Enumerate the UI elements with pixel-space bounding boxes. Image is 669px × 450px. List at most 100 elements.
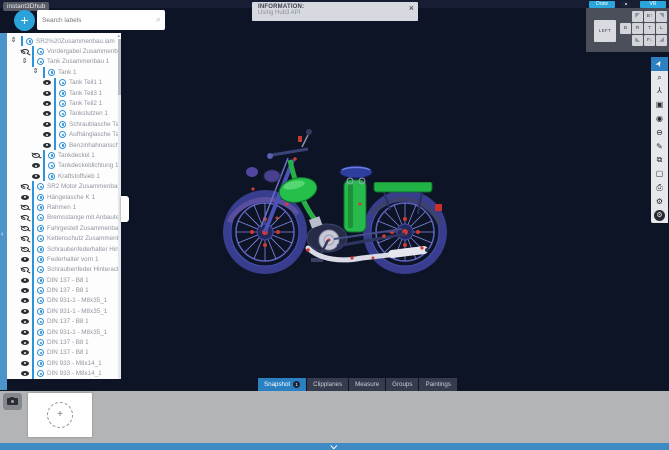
select-radio-icon[interactable] [37, 194, 44, 201]
advanced-settings-tool[interactable]: ⚙ [651, 209, 668, 223]
scene-structure-tool[interactable]: ⅄ [651, 85, 668, 99]
focus-point-tool[interactable]: ◉ [651, 112, 668, 126]
tree-node[interactable]: DIN 137 - B8 1 [7, 317, 118, 327]
search-input[interactable] [42, 11, 147, 29]
select-radio-icon[interactable] [37, 235, 44, 242]
visibility-off-icon[interactable] [21, 184, 29, 189]
tree-node[interactable]: DIN 137 - B8 1 [7, 348, 118, 358]
tree-node[interactable]: Aufhänglasche Tank 1 [7, 130, 118, 140]
tree-node[interactable]: ⇕SR2%20Zusammenbau.iam [7, 36, 118, 46]
vr-mode-button[interactable]: VR [640, 1, 666, 8]
visibility-on-icon[interactable] [21, 350, 29, 355]
tree-node[interactable]: DIN 137 - B8 1 [7, 337, 118, 347]
tree-node[interactable]: Hängelasche K 1 [7, 192, 118, 202]
compare-layers-tool[interactable]: ⧉ [651, 154, 668, 168]
visibility-on-icon[interactable] [43, 143, 51, 148]
tree-node[interactable]: Tankdeckel 1 [7, 150, 118, 160]
tab-clipplanes[interactable]: Clipplanes [307, 378, 348, 391]
tree-node[interactable]: ⇕Tank 1 [7, 67, 118, 77]
tab-measure[interactable]: Measure [349, 378, 385, 391]
select-radio-icon[interactable] [59, 121, 66, 128]
tree-node[interactable]: Tankstutzen 1 [7, 109, 118, 119]
tree-node[interactable]: DIN 933 - M8x14_1 [7, 369, 118, 379]
select-radio-icon[interactable] [37, 183, 44, 190]
tree-node[interactable]: DIN 931-1 - M8x35_1 [7, 306, 118, 316]
snapshot-placeholder-card[interactable]: + [28, 393, 92, 437]
visibility-on-icon[interactable] [21, 309, 29, 314]
select-radio-icon[interactable] [37, 48, 44, 55]
visibility-on-icon[interactable] [43, 122, 51, 127]
visibility-off-icon[interactable] [21, 205, 29, 210]
print-tool[interactable]: ⎙ [651, 181, 668, 195]
visibility-on-icon[interactable] [43, 101, 51, 106]
tree-node[interactable]: Schraubenfederhalter Hinterachsschwinge … [7, 244, 118, 254]
tree-node[interactable]: Kettenschutz Zusammenbau Angepasst 1 [7, 233, 118, 243]
visibility-on-icon[interactable] [43, 91, 51, 96]
panel-collapse-bar[interactable] [0, 443, 669, 450]
visibility-on-icon[interactable] [32, 174, 40, 179]
add-button[interactable]: + [14, 10, 35, 31]
tree-node[interactable]: Tank Teil1 1 [7, 78, 118, 88]
draw-mode-button[interactable]: Draw [589, 1, 615, 8]
search-tool[interactable]: ⌕ [651, 71, 668, 85]
view-cube-cell-◣[interactable]: ◣ [632, 35, 643, 46]
visibility-toggle-icon[interactable] [621, 1, 631, 8]
select-radio-icon[interactable] [37, 318, 44, 325]
select-radio-icon[interactable] [37, 246, 44, 253]
clip-plane-tool[interactable]: ⊖ [651, 126, 668, 140]
tab-snapshot[interactable]: Snapshot1 [258, 378, 306, 391]
area-select-tool[interactable]: ▢ [651, 167, 668, 181]
select-radio-icon[interactable] [48, 173, 55, 180]
select-radio-icon[interactable] [48, 69, 55, 76]
visibility-on-icon[interactable] [21, 195, 29, 200]
select-radio-icon[interactable] [48, 162, 55, 169]
select-radio-icon[interactable] [37, 339, 44, 346]
tree-node[interactable]: Kraftstoffsieb 1 [7, 171, 118, 181]
visibility-on-icon[interactable] [32, 163, 40, 168]
tree-node[interactable]: Tank Teil3 1 [7, 88, 118, 98]
visibility-on-icon[interactable] [21, 371, 29, 376]
panel-resize-handle[interactable] [121, 196, 129, 222]
select-radio-icon[interactable] [59, 131, 66, 138]
tree-node[interactable]: DIN 933 - M8x14_1 [7, 358, 118, 368]
visibility-on-icon[interactable] [21, 319, 29, 324]
take-snapshot-button[interactable] [3, 393, 22, 410]
select-radio-icon[interactable] [59, 90, 66, 97]
select-radio-icon[interactable] [59, 79, 66, 86]
view-cube-cell-◥[interactable]: ◥ [656, 11, 667, 22]
visibility-on-icon[interactable] [21, 298, 29, 303]
tree-node[interactable]: SR2 Motor Zusammenbau 1 [7, 181, 118, 191]
visibility-off-icon[interactable] [32, 153, 40, 158]
visibility-on-icon[interactable] [21, 288, 29, 293]
view-cube-cell-F↓[interactable]: F↓ [644, 35, 655, 46]
visibility-off-icon[interactable] [21, 49, 29, 54]
snapshot-camera-tool[interactable]: ▣ [651, 98, 668, 112]
visibility-off-icon[interactable] [21, 215, 29, 220]
tree-node[interactable]: DIN 137 - B8 1 [7, 275, 118, 285]
tree-node[interactable]: Bremsstange mit Anbauteilen 1 [7, 213, 118, 223]
select-tool[interactable]: ➤ [651, 57, 668, 71]
select-radio-icon[interactable] [37, 329, 44, 336]
view-cube-cell-◤[interactable]: ◤ [632, 11, 643, 22]
tab-groups[interactable]: Groups [386, 378, 418, 391]
close-icon[interactable]: × [409, 3, 414, 13]
tree-node[interactable]: Tank Teil2 1 [7, 98, 118, 108]
select-radio-icon[interactable] [37, 204, 44, 211]
select-radio-icon[interactable] [37, 349, 44, 356]
expand-icon[interactable]: ⇕ [31, 67, 40, 77]
panel-collapse-strip[interactable]: ‹ [0, 33, 7, 390]
visibility-on-icon[interactable] [21, 330, 29, 335]
select-radio-icon[interactable] [37, 256, 44, 263]
select-radio-icon[interactable] [37, 370, 44, 377]
visibility-off-icon[interactable] [21, 267, 29, 272]
view-cube-cell-B↑[interactable]: B↑ [644, 11, 655, 22]
select-radio-icon[interactable] [37, 297, 44, 304]
tree-node[interactable]: Benzinhahnanschluss Tank 1 [7, 140, 118, 150]
tree-node[interactable]: Tankdeckeldichtung 1 [7, 161, 118, 171]
visibility-on-icon[interactable] [21, 278, 29, 283]
select-radio-icon[interactable] [37, 266, 44, 273]
expand-icon[interactable]: ⇕ [9, 36, 18, 46]
visibility-on-icon[interactable] [21, 257, 29, 262]
visibility-off-icon[interactable] [21, 247, 29, 252]
select-radio-icon[interactable] [37, 58, 44, 65]
